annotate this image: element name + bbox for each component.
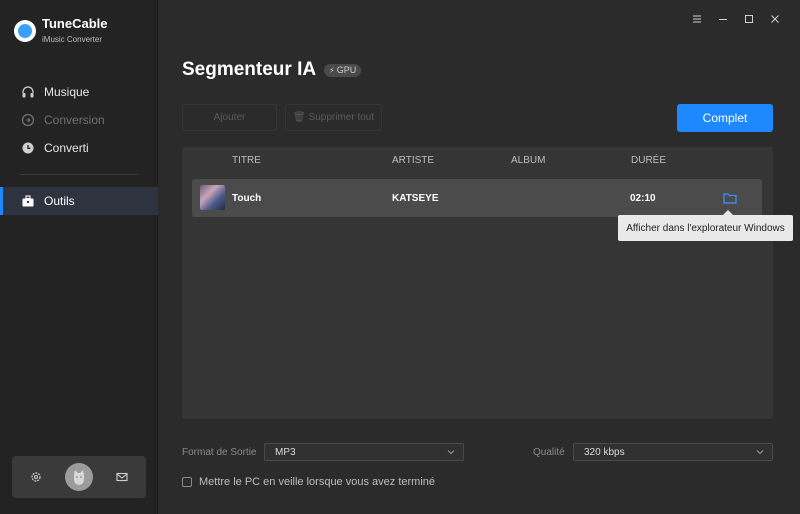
format-label: Format de Sortie — [182, 447, 257, 458]
close-icon[interactable] — [762, 12, 788, 26]
gpu-badge: ⚡ GPU — [324, 63, 362, 77]
sleep-option: Mettre le PC en veille lorsque vous avez… — [182, 476, 435, 488]
sleep-option-label: Mettre le PC en veille lorsque vous avez… — [199, 476, 435, 488]
window-controls — [684, 12, 788, 26]
clock-icon — [21, 141, 35, 155]
tooltip: Afficher dans l'explorateur Windows — [618, 210, 793, 241]
trash-icon: 🗑 — [292, 112, 306, 123]
minimize-icon[interactable] — [710, 12, 736, 26]
delete-all-label: Supprimer tout — [308, 112, 375, 123]
headphones-icon — [21, 85, 35, 99]
sidebar-item-label: Conversion — [44, 113, 105, 127]
sleep-checkbox[interactable] — [182, 477, 192, 487]
format-select[interactable]: MP3 — [264, 443, 464, 461]
app-name: TuneCable — [42, 16, 108, 31]
avatar[interactable] — [65, 463, 93, 491]
sidebar-item-musique[interactable]: Musique — [0, 78, 158, 106]
sidebar-nav: Musique Conversion Converti Outils — [0, 78, 158, 215]
maximize-icon[interactable] — [736, 12, 762, 26]
convert-icon — [21, 113, 35, 127]
app-logo-icon — [14, 20, 36, 42]
column-header-title[interactable]: TITRE — [232, 155, 261, 166]
sidebar: TuneCable iMusic Converter Musique Conve… — [0, 0, 158, 514]
app-subtitle: iMusic Converter — [42, 35, 103, 44]
quality-select[interactable]: 320 kbps — [573, 443, 773, 461]
gpu-badge-label: GPU — [336, 65, 357, 75]
sidebar-item-conversion[interactable]: Conversion — [0, 106, 158, 134]
table-row[interactable]: Touch KATSEYE 02:10 — [192, 179, 762, 217]
settings-icon[interactable] — [28, 469, 44, 485]
brand: TuneCable iMusic Converter — [14, 16, 108, 46]
toolbox-icon — [21, 194, 35, 208]
sidebar-divider — [20, 174, 138, 175]
lightning-icon: ⚡ — [329, 65, 335, 75]
folder-icon[interactable] — [723, 192, 737, 204]
output-settings: Format de Sortie MP3 Qualité 320 kbps — [182, 443, 773, 461]
table-header: TITRE ARTISTE ALBUM DURÉE — [182, 155, 773, 169]
chevron-down-icon — [756, 448, 764, 456]
add-button[interactable]: Ajouter — [182, 104, 277, 131]
sidebar-item-converti[interactable]: Converti — [0, 134, 158, 162]
column-header-duration[interactable]: DURÉE — [631, 155, 666, 166]
delete-all-button[interactable]: 🗑 Supprimer tout — [285, 104, 382, 131]
track-table: TITRE ARTISTE ALBUM DURÉE Touch KATSEYE … — [182, 147, 773, 419]
format-value: MP3 — [275, 446, 296, 458]
album-art-thumbnail — [200, 185, 225, 210]
column-header-artist[interactable]: ARTISTE — [392, 155, 434, 166]
quality-value: 320 kbps — [584, 446, 625, 458]
chevron-down-icon — [447, 448, 455, 456]
sidebar-item-label: Converti — [44, 141, 89, 155]
sidebar-item-outils[interactable]: Outils — [0, 187, 158, 215]
complete-button[interactable]: Complet — [677, 104, 773, 132]
quality-label: Qualité — [533, 447, 565, 458]
track-duration: 02:10 — [630, 193, 656, 204]
column-header-album[interactable]: ALBUM — [511, 155, 545, 166]
track-artist: KATSEYE — [392, 193, 439, 204]
page-header: Segmenteur IA ⚡ GPU — [182, 59, 362, 81]
sidebar-item-label: Musique — [44, 85, 90, 99]
page-title: Segmenteur IA — [182, 59, 317, 80]
sidebar-bottom-bar — [12, 456, 146, 498]
menu-icon[interactable] — [684, 12, 710, 26]
track-title: Touch — [232, 193, 262, 204]
mail-icon[interactable] — [114, 469, 130, 485]
sidebar-item-label: Outils — [44, 194, 75, 208]
